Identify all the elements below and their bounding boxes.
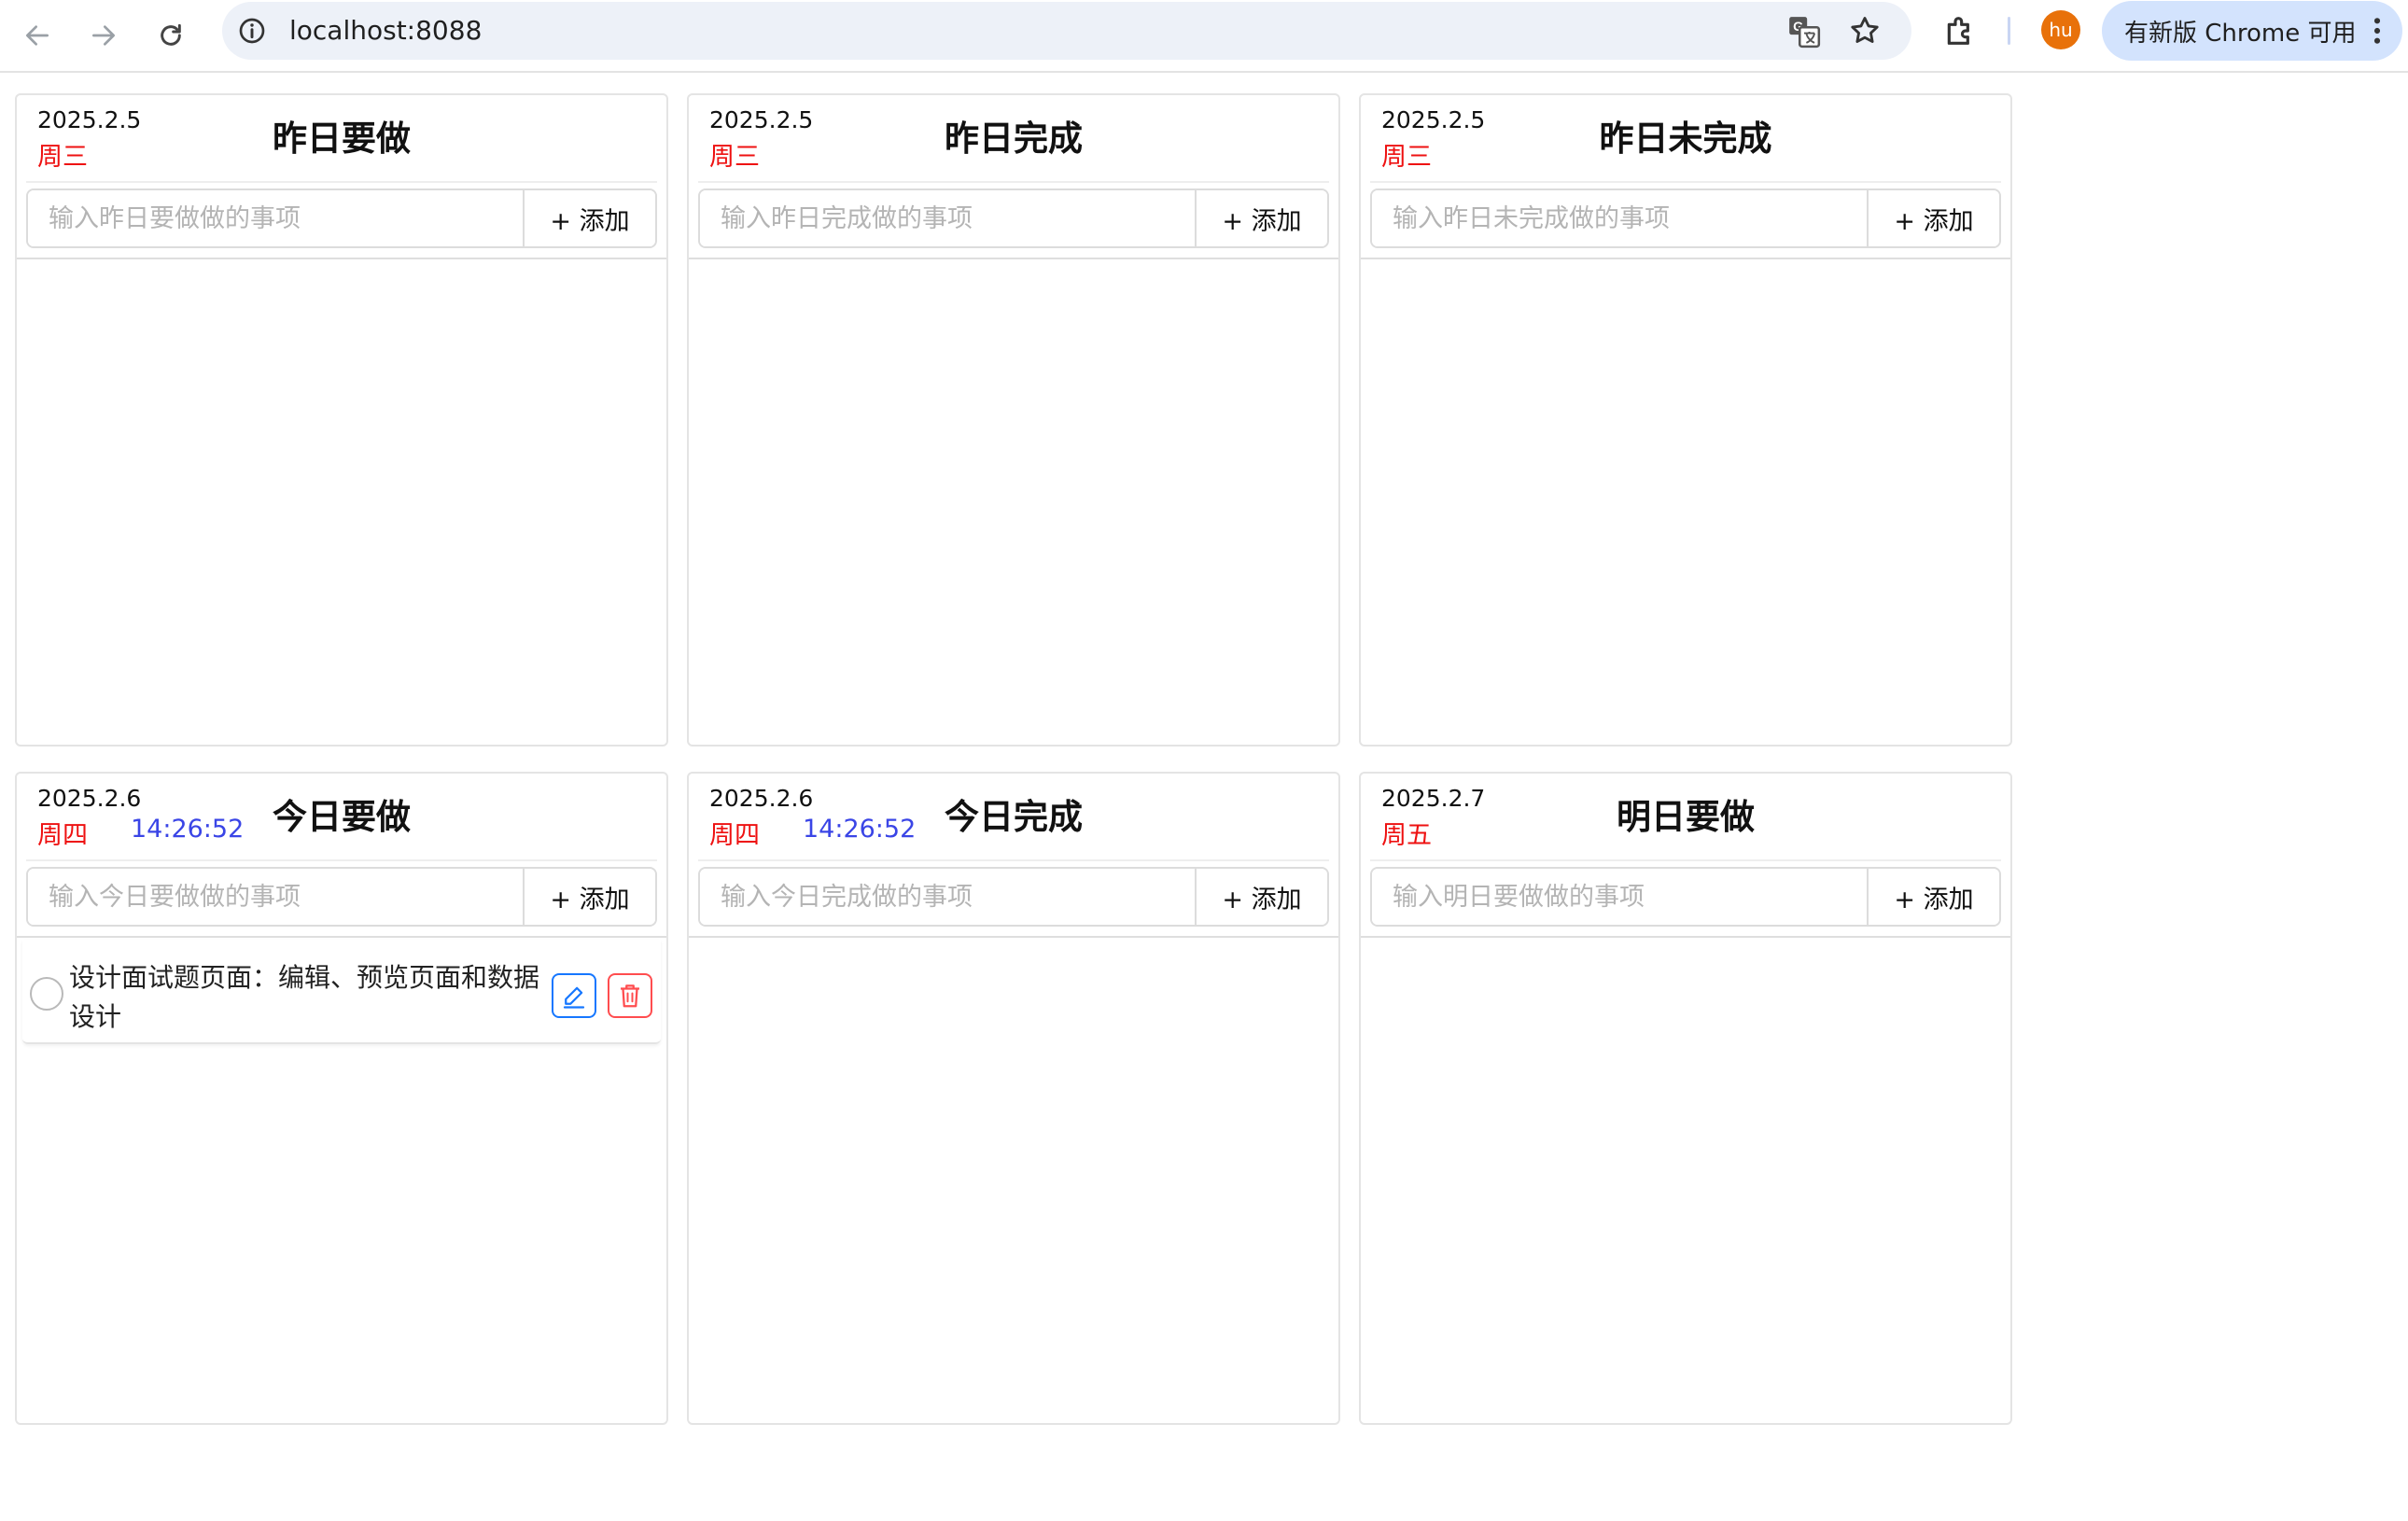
chrome-update-button[interactable]: 有新版 Chrome 可用	[2102, 1, 2402, 61]
card-title: 昨日未完成	[1599, 118, 1772, 159]
reload-button[interactable]	[145, 9, 197, 62]
list-divider	[689, 936, 1338, 938]
url-text[interactable]: localhost:8088	[289, 2, 482, 60]
add-button[interactable]: + 添加	[523, 869, 655, 925]
update-label: 有新版 Chrome 可用	[2124, 19, 2357, 48]
add-item-row: + 添加	[698, 867, 1329, 927]
bookmark-star-icon[interactable]	[1848, 14, 1882, 48]
item-input[interactable]	[1372, 190, 1867, 246]
trash-icon	[621, 984, 639, 1008]
card-header: 2025.2.7 周五 明日要做	[1370, 774, 2001, 861]
add-item-row: + 添加	[26, 188, 657, 248]
avatar[interactable]: hu	[2041, 10, 2080, 49]
forward-arrow-icon	[92, 25, 115, 46]
card-today-todo: 2025.2.6 周四 14:26:52 今日要做 + 添加 设计面试题页面：编…	[15, 772, 668, 1425]
site-info-icon[interactable]	[235, 14, 269, 48]
back-button[interactable]	[11, 9, 63, 62]
card-title: 今日完成	[945, 796, 1083, 837]
extensions-icon[interactable]	[1941, 12, 1979, 49]
list-divider	[17, 936, 666, 938]
add-button[interactable]: + 添加	[1867, 869, 1999, 925]
list-divider	[689, 258, 1338, 259]
list-divider	[1361, 258, 2010, 259]
card-yesterday-undone: 2025.2.5 周三 昨日未完成 + 添加	[1359, 93, 2012, 747]
back-arrow-icon	[26, 25, 49, 46]
card-title: 明日要做	[1617, 796, 1755, 837]
add-item-row: + 添加	[1370, 188, 2001, 248]
card-title: 今日要做	[273, 796, 411, 837]
card-header: 2025.2.6 周四 14:26:52 今日要做	[26, 774, 657, 861]
item-input[interactable]	[28, 869, 523, 925]
address-bar[interactable]: localhost:8088 G	[222, 2, 1911, 60]
edit-button[interactable]	[552, 973, 596, 1018]
forward-button[interactable]	[77, 9, 130, 62]
add-button[interactable]: + 添加	[1195, 869, 1327, 925]
edit-pencil-icon	[563, 986, 585, 1009]
item-input[interactable]	[700, 869, 1195, 925]
card-today-done: 2025.2.6 周四 14:26:52 今日完成 + 添加	[687, 772, 1340, 1425]
add-item-row: + 添加	[26, 867, 657, 927]
add-item-row: + 添加	[698, 188, 1329, 248]
item-input[interactable]	[1372, 869, 1867, 925]
card-header: 2025.2.5 周三 昨日要做	[26, 95, 657, 183]
list-divider	[17, 258, 666, 259]
task-text: 设计面试题页面：编辑、预览页面和数据设计	[69, 962, 540, 1032]
delete-button[interactable]	[608, 973, 652, 1018]
card-header: 2025.2.5 周三 昨日未完成	[1370, 95, 2001, 183]
list-item: 设计面试题页面：编辑、预览页面和数据设计	[22, 940, 661, 1044]
translate-icon[interactable]: G	[1786, 14, 1822, 49]
card-yesterday-todo: 2025.2.5 周三 昨日要做 + 添加	[15, 93, 668, 747]
add-item-row: + 添加	[1370, 867, 2001, 927]
add-button[interactable]: + 添加	[1195, 190, 1327, 246]
toolbar-divider	[2008, 17, 2010, 45]
add-button[interactable]: + 添加	[1867, 190, 1999, 246]
card-header: 2025.2.5 周三 昨日完成	[698, 95, 1329, 183]
add-button[interactable]: + 添加	[523, 190, 655, 246]
browser-toolbar: localhost:8088 G hu 有新版 Chrome 可用	[0, 0, 2408, 73]
card-title: 昨日要做	[273, 118, 411, 159]
card-title: 昨日完成	[945, 118, 1083, 159]
menu-kebab-icon[interactable]	[2373, 16, 2382, 46]
list-divider	[1361, 936, 2010, 938]
reload-icon	[161, 23, 181, 46]
card-tomorrow-todo: 2025.2.7 周五 明日要做 + 添加	[1359, 772, 2012, 1425]
item-input[interactable]	[700, 190, 1195, 246]
item-input[interactable]	[28, 190, 523, 246]
card-yesterday-done: 2025.2.5 周三 昨日完成 + 添加	[687, 93, 1340, 747]
task-checkbox[interactable]	[30, 977, 63, 1011]
card-header: 2025.2.6 周四 14:26:52 今日完成	[698, 774, 1329, 861]
